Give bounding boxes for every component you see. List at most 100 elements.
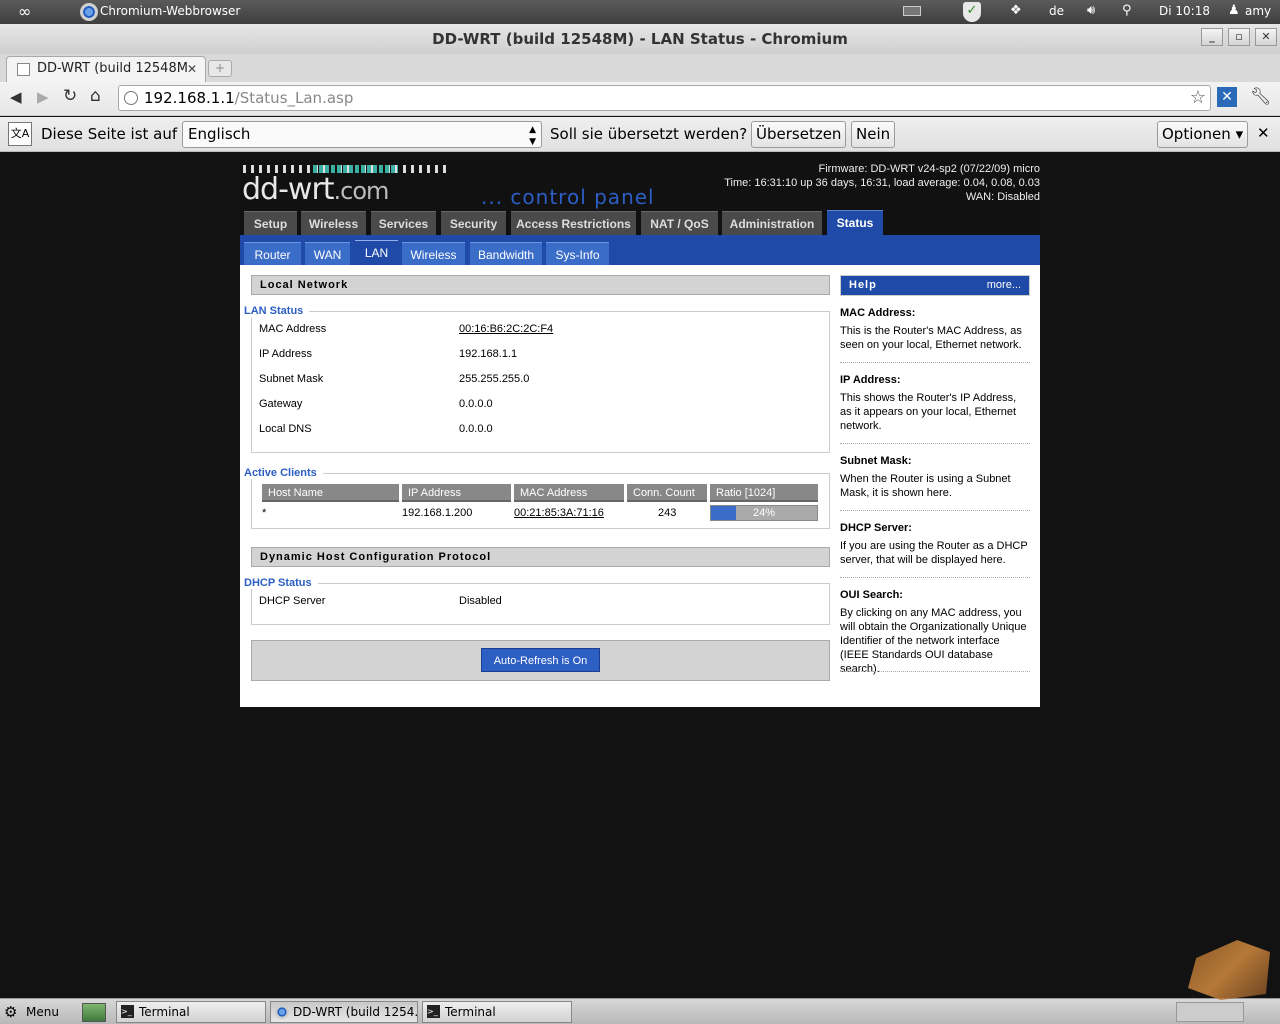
workspace-switcher[interactable] xyxy=(1176,1002,1244,1022)
lan-value-mac[interactable]: 00:16:B6:2C:2C:F4 xyxy=(459,323,553,335)
task-label: DD-WRT (build 1254... xyxy=(293,1005,418,1019)
translate-icon: 文A xyxy=(8,122,32,146)
firmware-info: Firmware: DD-WRT v24-sp2 (07/22/09) micr… xyxy=(818,163,1040,175)
close-window-button[interactable]: ✕ xyxy=(1255,28,1277,46)
lan-value-dns: 0.0.0.0 xyxy=(459,423,493,435)
gear-icon: ⚙ xyxy=(4,1003,18,1021)
lan-value-gateway: 0.0.0.0 xyxy=(459,398,493,410)
keyboard-layout[interactable]: de xyxy=(1049,4,1064,18)
translate-options-button[interactable]: Optionen ▾ xyxy=(1157,121,1249,148)
app-name: Chromium-Webbrowser xyxy=(100,4,241,18)
tab-access-restrictions[interactable]: Access Restrictions xyxy=(511,211,636,235)
client-count: 243 xyxy=(658,507,677,519)
shield-check-icon[interactable]: ✓ xyxy=(963,2,981,22)
help-header: Help more... xyxy=(840,275,1030,296)
infinity-icon[interactable]: ∞ xyxy=(18,2,31,21)
dhcp-status-legend: DHCP Status xyxy=(244,577,318,589)
help-item-subnet: Subnet Mask: When the Router is using a … xyxy=(840,454,1030,500)
subtab-wan[interactable]: WAN xyxy=(305,242,350,266)
tab-administration[interactable]: Administration xyxy=(722,211,822,235)
translate-question: Soll sie übersetzt werden? xyxy=(550,125,748,143)
desktop-icon[interactable] xyxy=(82,1003,106,1022)
ddwrt-logo[interactable]: dd-wrt.com xyxy=(242,172,390,207)
tab-status[interactable]: Status xyxy=(827,210,883,236)
logo-main: dd-wrt xyxy=(242,172,335,207)
dropbox-icon[interactable]: ❖ xyxy=(1010,3,1022,18)
help-oui-title: OUI Search: xyxy=(840,589,903,601)
back-icon[interactable]: ◀ xyxy=(10,88,22,106)
help-item-dhcp: DHCP Server: If you are using the Router… xyxy=(840,521,1030,567)
new-tab-button[interactable]: + xyxy=(208,60,232,77)
terminal-icon: >_ xyxy=(427,1005,440,1018)
help-item-mac: MAC Address: This is the Router's MAC Ad… xyxy=(840,306,1030,352)
client-ratio-bar: 24% xyxy=(710,505,818,521)
auto-refresh-button[interactable]: Auto-Refresh is On xyxy=(481,648,600,672)
page-info-icon[interactable] xyxy=(124,91,138,105)
col-ip-address: IP Address xyxy=(402,484,511,502)
url-path: /Status_Lan.asp xyxy=(234,89,354,107)
help-separator xyxy=(840,510,1030,511)
keyboard-icon[interactable] xyxy=(903,6,921,16)
tab-close-icon[interactable]: ✕ xyxy=(187,57,197,81)
translate-button[interactable]: Übersetzen xyxy=(751,121,847,148)
browser-tab[interactable]: DD-WRT (build 12548M ✕ xyxy=(6,56,206,82)
help-separator xyxy=(840,671,1030,672)
system-top-panel: ∞ Chromium-Webbrowser ✓ ❖ de 🔊︎ ⚲ Di 10:… xyxy=(0,0,1280,24)
dhcp-server-value: Disabled xyxy=(459,595,502,607)
subtab-bandwidth[interactable]: Bandwidth xyxy=(470,242,542,266)
logo-tagline: ... control panel xyxy=(481,185,655,209)
ratio-bar-label: 24% xyxy=(752,507,776,519)
username[interactable]: amy xyxy=(1245,4,1271,18)
help-more-link[interactable]: more... xyxy=(987,279,1021,291)
tab-title: DD-WRT (build 12548M xyxy=(37,61,188,76)
extension-icon[interactable]: ✕ xyxy=(1217,87,1237,107)
wrench-menu-icon[interactable]: 🔧︎ xyxy=(1250,87,1272,107)
help-title: Help xyxy=(849,279,877,291)
help-item-ip: IP Address: This shows the Router's IP A… xyxy=(840,373,1030,433)
client-mac-link[interactable]: 00:21:85:3A:71:16 xyxy=(514,507,604,519)
tab-services[interactable]: Services xyxy=(371,211,436,235)
subtab-router[interactable]: Router xyxy=(244,242,301,266)
task-label: Terminal xyxy=(445,1005,496,1019)
help-oui-text: By clicking on any MAC address, you will… xyxy=(840,607,1027,675)
minimize-button[interactable]: _ xyxy=(1201,28,1223,46)
chromium-app-button[interactable]: Chromium-Webbrowser xyxy=(78,0,278,24)
maximize-button[interactable]: ▫ xyxy=(1228,28,1250,46)
reload-icon[interactable]: ↻ xyxy=(63,86,77,106)
tab-nat-qos[interactable]: NAT / QoS xyxy=(641,211,718,235)
help-mac-text: This is the Router's MAC Address, as see… xyxy=(840,325,1022,351)
window-title: DD-WRT (build 12548M) - LAN Status - Chr… xyxy=(432,30,848,48)
address-bar[interactable]: 192.168.1.1/Status_Lan.asp ☆ xyxy=(118,85,1211,111)
bookmark-star-icon[interactable]: ☆ xyxy=(1190,86,1206,110)
network-icon[interactable]: ⚲ xyxy=(1122,3,1132,18)
lan-label-ip: IP Address xyxy=(259,348,312,360)
menu-button[interactable]: ⚙ Menu xyxy=(4,1001,59,1023)
help-ip-text: This shows the Router's IP Address, as i… xyxy=(840,392,1017,432)
logo-tld: .com xyxy=(333,177,390,205)
subtab-sysinfo[interactable]: Sys-Info xyxy=(546,242,609,266)
tab-wireless[interactable]: Wireless xyxy=(301,211,366,235)
close-infobar-icon[interactable]: ✕ xyxy=(1257,124,1270,142)
translate-prefix: Diese Seite ist auf xyxy=(41,125,178,143)
subtab-lan[interactable]: LAN xyxy=(355,240,398,267)
task-terminal-2[interactable]: >_ Terminal xyxy=(422,1001,572,1023)
mac-address-link[interactable]: 00:16:B6:2C:2C:F4 xyxy=(459,323,553,335)
no-translate-button[interactable]: Nein xyxy=(851,121,896,148)
section-dhcp: Dynamic Host Configuration Protocol xyxy=(251,547,830,567)
task-terminal-1[interactable]: >_ Terminal xyxy=(116,1001,266,1023)
help-subnet-text: When the Router is using a Subnet Mask, … xyxy=(840,473,1011,499)
home-icon[interactable]: ⌂ xyxy=(90,86,101,106)
language-select[interactable]: Englisch ▲ ▼ xyxy=(182,121,542,148)
client-mac[interactable]: 00:21:85:3A:71:16 xyxy=(514,507,604,519)
volume-icon[interactable]: 🔊︎ xyxy=(1087,3,1095,18)
tab-setup[interactable]: Setup xyxy=(244,211,297,235)
window-titlebar[interactable]: DD-WRT (build 12548M) - LAN Status - Chr… xyxy=(0,24,1280,54)
tab-security[interactable]: Security xyxy=(441,211,506,235)
clock[interactable]: Di 10:18 xyxy=(1159,4,1210,18)
task-chromium[interactable]: DD-WRT (build 1254... xyxy=(270,1001,418,1023)
uptime-info: Time: 16:31:10 up 36 days, 16:31, load a… xyxy=(724,177,1040,189)
forward-icon[interactable]: ▶ xyxy=(37,88,49,106)
subtab-wireless[interactable]: Wireless xyxy=(402,242,465,266)
menu-label: Menu xyxy=(26,1005,59,1019)
help-item-oui: OUI Search: By clicking on any MAC addre… xyxy=(840,588,1030,676)
